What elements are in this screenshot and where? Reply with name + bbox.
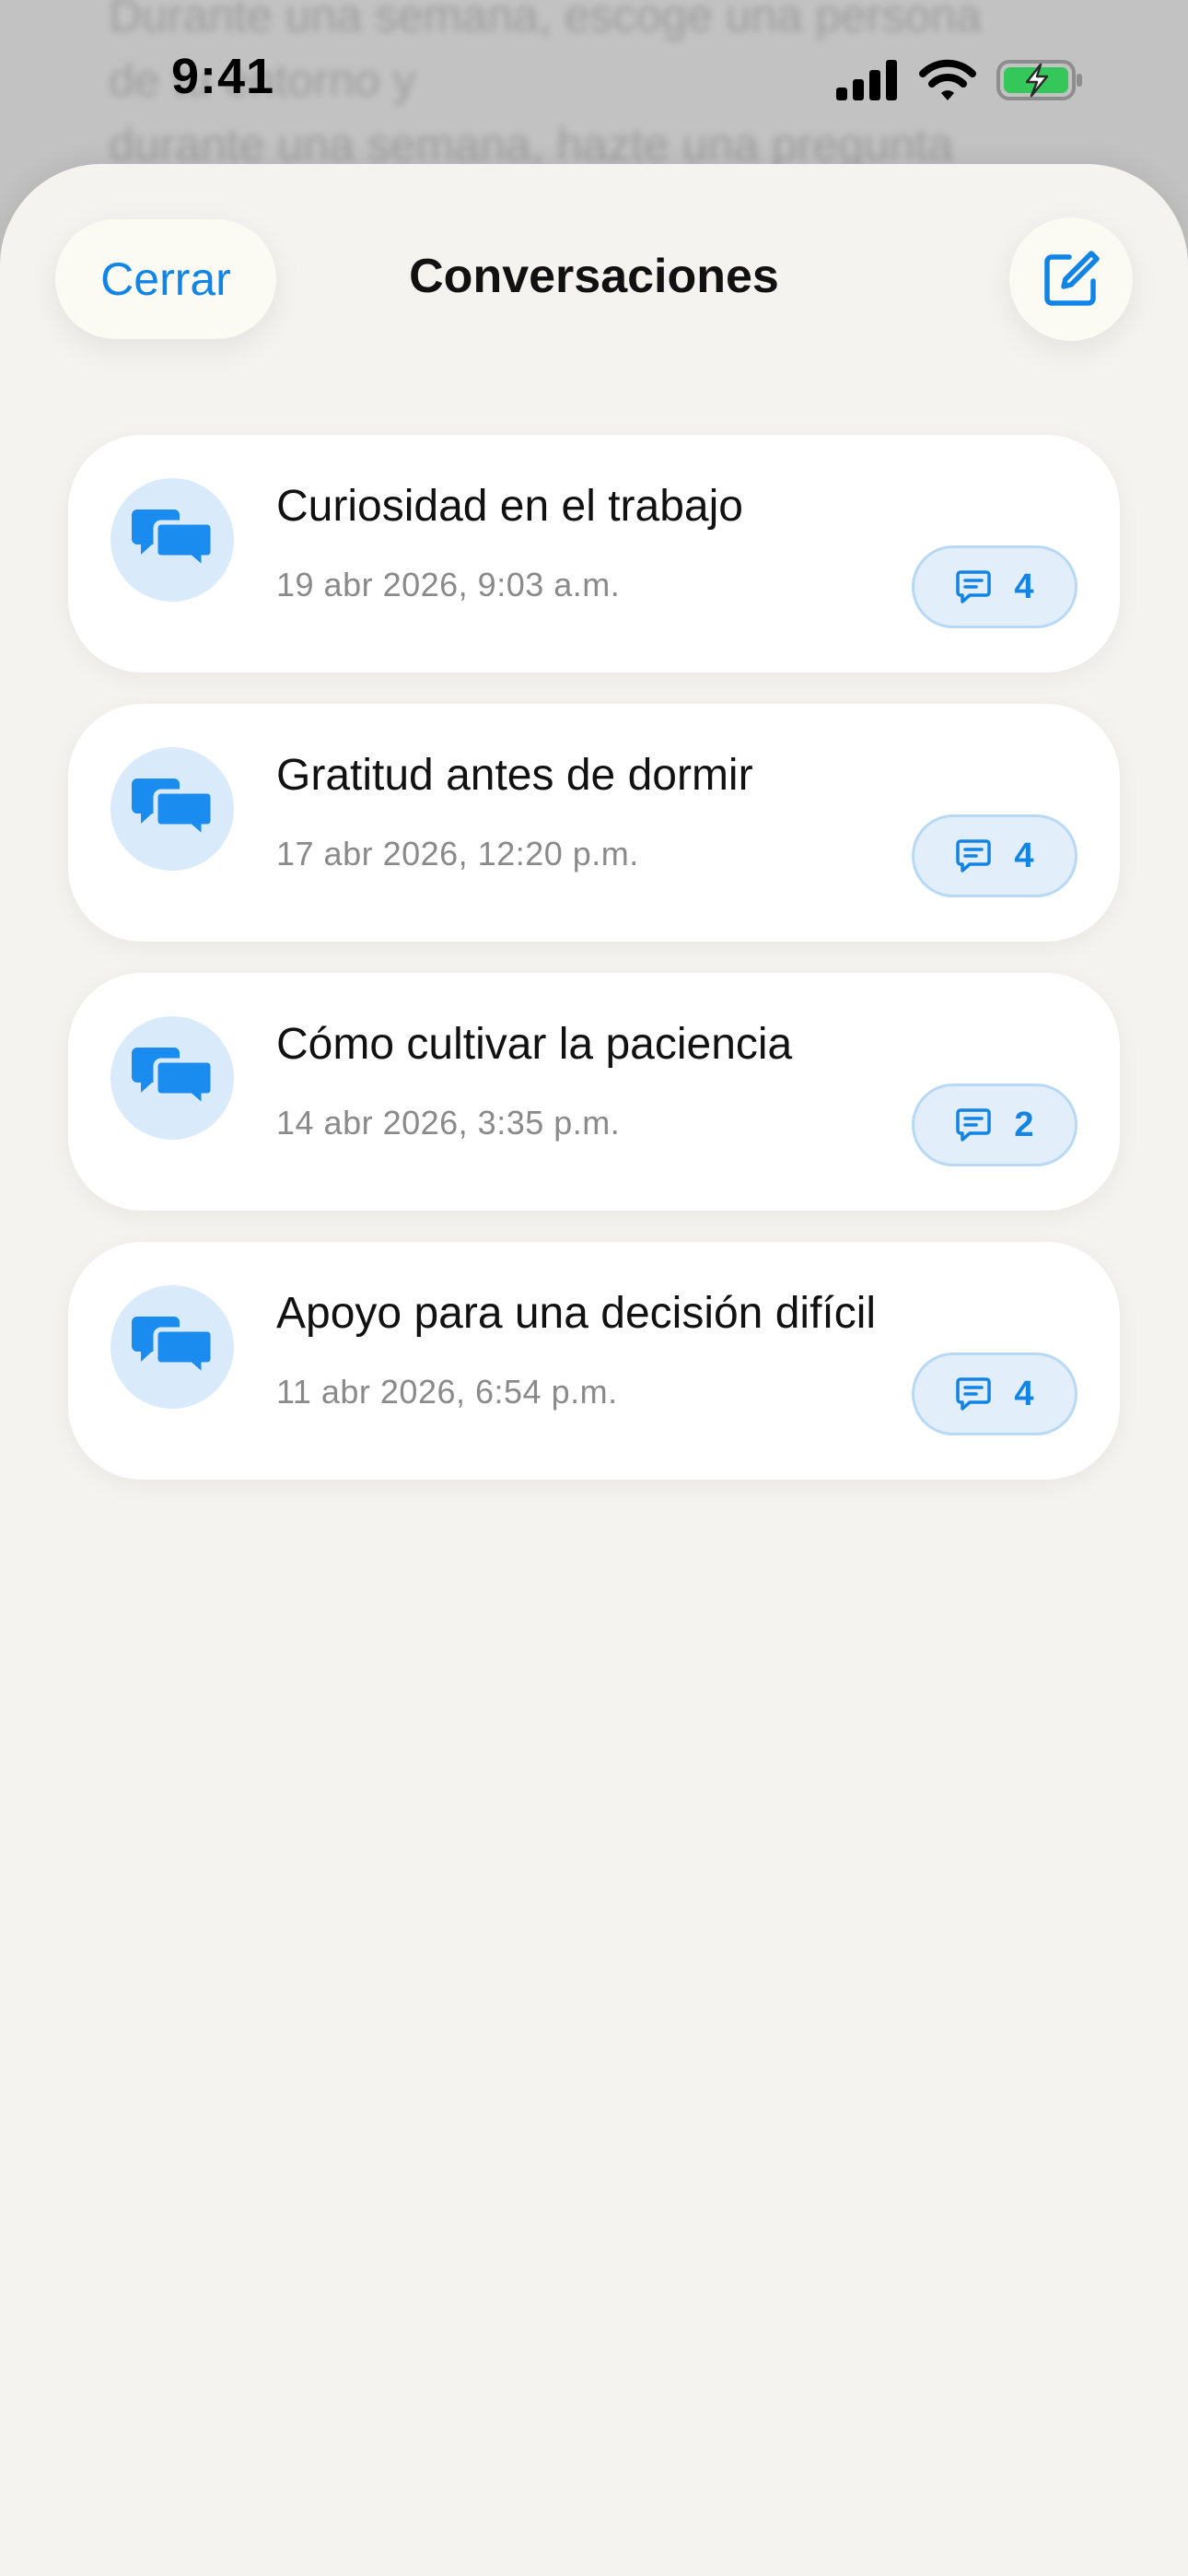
chat-bubbles-icon bbox=[132, 1317, 213, 1379]
conversation-title: Apoyo para una decisión difícil bbox=[276, 1289, 877, 1338]
message-icon bbox=[956, 1108, 992, 1142]
message-count-badge: 4 bbox=[912, 1352, 1077, 1435]
message-icon bbox=[956, 1377, 992, 1411]
compose-icon bbox=[1044, 251, 1100, 306]
message-count: 4 bbox=[1014, 1374, 1034, 1413]
status-time: 9:41 bbox=[171, 49, 275, 104]
status-icons bbox=[836, 59, 1085, 101]
chat-bubbles-icon bbox=[132, 509, 213, 572]
conversation-icon-circle bbox=[111, 478, 234, 602]
message-count: 2 bbox=[1014, 1105, 1034, 1144]
battery-charging-icon bbox=[996, 60, 1082, 100]
conversation-card[interactable]: Cómo cultivar la paciencia 14 abr 2026, … bbox=[68, 973, 1120, 1211]
conversation-icon-circle bbox=[111, 747, 234, 871]
conversation-title: Gratitud antes de dormir bbox=[276, 751, 753, 800]
compose-button[interactable] bbox=[1009, 217, 1133, 341]
chat-bubbles-icon bbox=[132, 1048, 213, 1110]
conversation-icon-circle bbox=[111, 1016, 234, 1140]
conversation-title: Curiosidad en el trabajo bbox=[276, 482, 743, 531]
conversations-sheet: Cerrar Conversaciones Curiosidad en el t… bbox=[0, 164, 1188, 2576]
message-count-badge: 2 bbox=[912, 1083, 1077, 1166]
conversation-date: 11 abr 2026, 6:54 p.m. bbox=[276, 1373, 618, 1411]
conversation-list: Curiosidad en el trabajo 19 abr 2026, 9:… bbox=[68, 435, 1120, 1511]
conversation-icon-circle bbox=[111, 1285, 234, 1409]
conversation-date: 14 abr 2026, 3:35 p.m. bbox=[276, 1104, 621, 1142]
chat-bubbles-icon bbox=[132, 779, 213, 841]
status-bar: 9:41 bbox=[0, 0, 1188, 157]
conversation-card[interactable]: Gratitud antes de dormir 17 abr 2026, 12… bbox=[68, 704, 1120, 942]
message-count: 4 bbox=[1014, 567, 1034, 606]
conversation-date: 19 abr 2026, 9:03 a.m. bbox=[276, 566, 621, 603]
conversation-title: Cómo cultivar la paciencia bbox=[276, 1020, 793, 1069]
cellular-signal-icon bbox=[836, 60, 897, 100]
message-count: 4 bbox=[1014, 836, 1034, 875]
message-icon bbox=[956, 570, 992, 603]
message-count-badge: 4 bbox=[912, 814, 1077, 897]
wifi-icon bbox=[919, 59, 976, 100]
conversation-date: 17 abr 2026, 12:20 p.m. bbox=[276, 835, 639, 872]
message-icon bbox=[956, 839, 992, 872]
message-count-badge: 4 bbox=[912, 545, 1077, 628]
conversation-card[interactable]: Curiosidad en el trabajo 19 abr 2026, 9:… bbox=[68, 435, 1120, 673]
conversation-card[interactable]: Apoyo para una decisión difícil 11 abr 2… bbox=[68, 1242, 1120, 1480]
